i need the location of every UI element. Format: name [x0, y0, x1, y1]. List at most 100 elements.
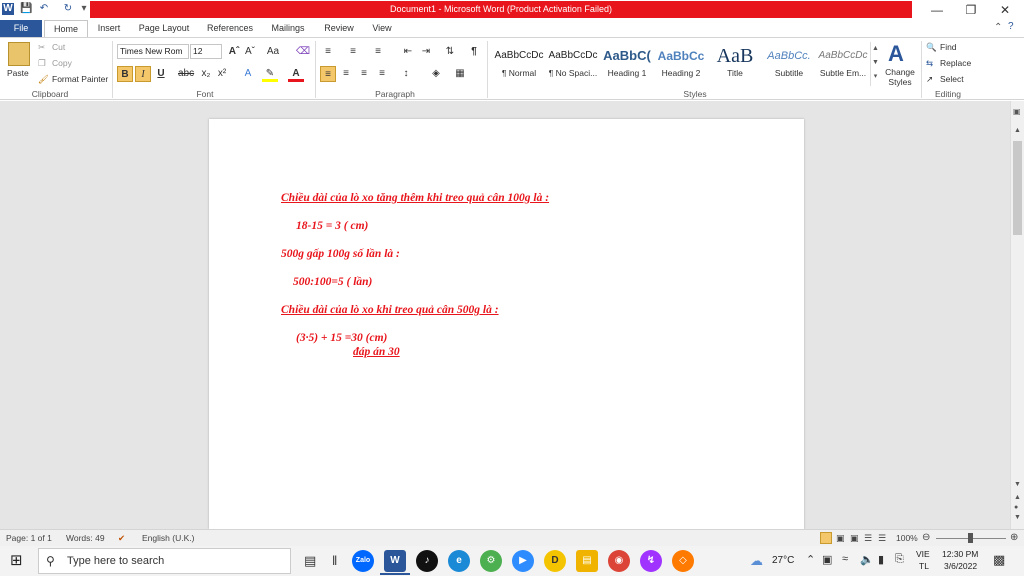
draft-view-icon[interactable]: ☰ [878, 530, 886, 546]
styles-scroll[interactable]: ▲ ▼ ▾ [870, 42, 880, 86]
line-spacing-icon[interactable]: ↕ [398, 66, 414, 82]
restore-button[interactable]: ❐ [954, 0, 988, 20]
bullets-icon[interactable]: ≡ [320, 44, 336, 60]
style-normal[interactable]: AaBbCcDc ¶ Normal [492, 42, 546, 86]
cut-icon[interactable]: ✂ [38, 42, 45, 53]
bold-icon[interactable]: B [117, 66, 133, 82]
copy-button[interactable]: Copy [52, 58, 72, 68]
highlight-icon[interactable]: ✎ [262, 66, 278, 82]
scroll-up-icon[interactable]: ▲ [1014, 127, 1021, 134]
usb-icon[interactable]: ⎘ [895, 553, 904, 566]
paste-icon[interactable] [8, 42, 30, 66]
zoom-meeting-icon[interactable]: ▶ [512, 550, 534, 572]
increase-indent-icon[interactable]: ⇥ [418, 44, 434, 60]
change-case-icon[interactable]: Aa [265, 44, 281, 60]
find-icon[interactable]: 🔍 [926, 42, 937, 53]
redo-icon[interactable]: ↻ [62, 3, 74, 15]
style-heading-2[interactable]: AaBbCc Heading 2 [654, 42, 708, 86]
doc-line-2[interactable]: 18-15 = 3 ( cm) [296, 220, 368, 232]
text-effects-icon[interactable]: A [240, 66, 256, 82]
tab-home[interactable]: Home [44, 20, 88, 37]
doc-line-1[interactable]: Chiều dài của lò xo tăng thêm khi treo q… [281, 192, 549, 204]
style-heading-1[interactable]: AaBbC( Heading 1 [600, 42, 654, 86]
zalo-icon[interactable]: Zalo [352, 550, 374, 572]
underline-icon[interactable]: U [153, 66, 169, 82]
ruler-toggle-icon[interactable]: ▣ [1013, 107, 1021, 116]
battery-icon[interactable]: ▮ [878, 553, 884, 566]
align-center-icon[interactable]: ≡ [338, 66, 354, 82]
scroll-down-icon[interactable]: ▼ [1014, 481, 1021, 488]
previous-page-icon[interactable]: ▲ [1014, 494, 1021, 501]
minimize-button[interactable]: — [920, 0, 954, 20]
proofing-icon[interactable]: ✔ [118, 530, 125, 546]
shading-icon[interactable]: ◈ [428, 66, 444, 82]
sort-icon[interactable]: ⇅ [442, 44, 458, 60]
clear-formatting-icon[interactable]: ⌫ [295, 44, 311, 60]
input-language[interactable]: VIE [916, 549, 930, 559]
green-app-icon[interactable]: ⚙ [480, 550, 502, 572]
next-page-icon[interactable]: ▼ [1014, 514, 1021, 521]
zoom-in-icon[interactable]: ⊕ [1010, 530, 1018, 546]
style-subtitle[interactable]: AaBbCc. Subtitle [762, 42, 816, 86]
task-view-icon[interactable]: ▤ [304, 553, 316, 569]
notifications-icon[interactable]: ▩ [993, 552, 1005, 568]
doc-line-7[interactable]: đáp án 30 [353, 346, 400, 358]
chrome-icon[interactable]: ◉ [608, 550, 630, 572]
show-hidden-icons-icon[interactable]: ⌃ [806, 553, 815, 566]
word-count[interactable]: Words: 49 [66, 530, 105, 546]
grow-font-icon[interactable]: Aˆ [226, 44, 242, 60]
outline-view-icon[interactable]: ☰ [864, 530, 872, 546]
align-right-icon[interactable]: ≡ [356, 66, 372, 82]
doc-line-6[interactable]: (3·5) + 15 =30 (cm) [296, 332, 387, 344]
font-name-select[interactable]: Times New Rom [117, 44, 189, 59]
language-indicator[interactable]: English (U.K.) [142, 530, 194, 546]
copy-icon[interactable]: ❐ [38, 58, 46, 69]
tab-mailings[interactable]: Mailings [264, 20, 312, 37]
select-icon[interactable]: ↗ [926, 74, 933, 85]
style-subtle-emphasis[interactable]: AaBbCcDc Subtle Em... [816, 42, 870, 86]
display-icon[interactable]: ▣ [822, 553, 832, 566]
tab-file[interactable]: File [0, 20, 42, 37]
font-color-icon[interactable]: A [288, 66, 304, 82]
word-taskbar-icon[interactable]: W [384, 550, 406, 572]
tab-page-layout[interactable]: Page Layout [134, 20, 194, 37]
justify-icon[interactable]: ≡ [374, 66, 390, 82]
web-layout-view-icon[interactable]: ▣ [850, 530, 859, 546]
find-button[interactable]: Find [940, 42, 957, 52]
decrease-indent-icon[interactable]: ⇤ [400, 44, 416, 60]
temperature[interactable]: 27°C [772, 555, 794, 566]
select-button[interactable]: Select [940, 74, 964, 84]
clock-date[interactable]: 3/6/2022 [944, 561, 977, 571]
weather-icon[interactable]: ☁ [750, 553, 763, 569]
paste-button[interactable]: Paste [7, 68, 29, 78]
change-styles-icon[interactable]: A [888, 41, 904, 67]
replace-button[interactable]: Replace [940, 58, 971, 68]
taskbar-search[interactable]: ⚲ Type here to search [38, 548, 291, 574]
doc-line-3[interactable]: 500g gấp 100g số lần là : [281, 248, 400, 260]
tab-view[interactable]: View [366, 20, 398, 37]
tab-insert[interactable]: Insert [92, 20, 126, 37]
strikethrough-icon[interactable]: abc [178, 66, 194, 82]
collapse-ribbon-icon[interactable]: ⌃ [994, 22, 1002, 33]
volume-icon[interactable]: 🔈 [860, 553, 874, 566]
scroll-thumb[interactable] [1013, 141, 1022, 235]
messenger-icon[interactable]: ↯ [640, 550, 662, 572]
subscript-icon[interactable]: x₂ [198, 66, 214, 82]
superscript-icon[interactable]: x² [214, 66, 230, 82]
replace-icon[interactable]: ⇆ [926, 58, 933, 69]
edge-icon[interactable]: e [448, 550, 470, 572]
undo-icon[interactable]: ↶ [38, 3, 50, 15]
widgets-icon[interactable]: ‖ [332, 553, 337, 568]
shrink-font-icon[interactable]: Aˇ [242, 44, 258, 60]
document-page[interactable] [209, 119, 804, 529]
orange-app-icon[interactable]: ◇ [672, 550, 694, 572]
tab-review[interactable]: Review [318, 20, 360, 37]
full-screen-view-icon[interactable]: ▣ [836, 530, 845, 546]
show-formatting-icon[interactable]: ¶ [466, 44, 482, 60]
tiktok-icon[interactable]: ♪ [416, 550, 438, 572]
qat-customize-icon[interactable]: ▾ [78, 3, 90, 15]
close-button[interactable]: ✕ [988, 0, 1022, 20]
align-left-icon[interactable]: ≡ [320, 66, 336, 82]
doc-line-5[interactable]: Chiều dài của lò xo khi treo quả cân 500… [281, 304, 499, 316]
format-painter-icon[interactable]: 🖌 [38, 74, 49, 85]
